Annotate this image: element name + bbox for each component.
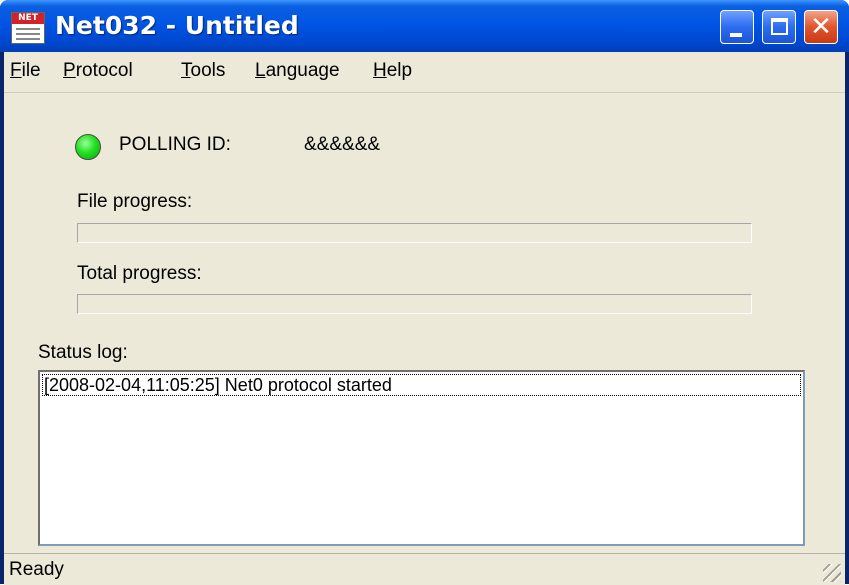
close-button[interactable]: ✕: [804, 10, 838, 44]
status-text: Ready: [9, 559, 64, 580]
close-icon: ✕: [810, 12, 832, 42]
maximize-icon: [771, 18, 788, 35]
file-progress-label: File progress:: [77, 191, 193, 212]
minimize-button[interactable]: [720, 10, 754, 44]
app-window: NET Net032 - Untitled ✕ File Protocol To…: [0, 0, 849, 585]
net-app-icon[interactable]: NET: [11, 12, 45, 44]
window-title: Net032 - Untitled: [55, 11, 299, 40]
polling-id-value: &&&&&&: [304, 134, 381, 155]
resize-grip-icon[interactable]: [823, 564, 841, 582]
menu-bar: File Protocol Tools Language Help: [4, 52, 845, 93]
status-log-list[interactable]: [2008-02-04,11:05:25] Net0 protocol star…: [38, 370, 805, 546]
log-entry[interactable]: [2008-02-04,11:05:25] Net0 protocol star…: [42, 374, 801, 396]
status-bar: Ready: [4, 553, 845, 585]
total-progress-bar: [77, 294, 752, 314]
menu-protocol[interactable]: Protocol: [63, 60, 133, 82]
title-bar[interactable]: NET Net032 - Untitled ✕: [0, 0, 849, 52]
menu-help[interactable]: Help: [373, 60, 412, 82]
menu-language[interactable]: Language: [255, 60, 340, 82]
maximize-button[interactable]: [762, 10, 796, 44]
menu-file[interactable]: File: [10, 60, 41, 82]
polling-status-indicator: [75, 134, 101, 160]
total-progress-label: Total progress:: [77, 263, 202, 284]
menu-tools[interactable]: Tools: [181, 60, 225, 82]
file-progress-bar: [77, 223, 752, 243]
status-log-label: Status log:: [38, 342, 128, 363]
app-icon-label: NET: [12, 13, 44, 24]
client-area: File Protocol Tools Language Help POLLIN…: [4, 52, 845, 585]
minimize-icon: [730, 33, 742, 37]
polling-id-label: POLLING ID:: [119, 134, 231, 155]
